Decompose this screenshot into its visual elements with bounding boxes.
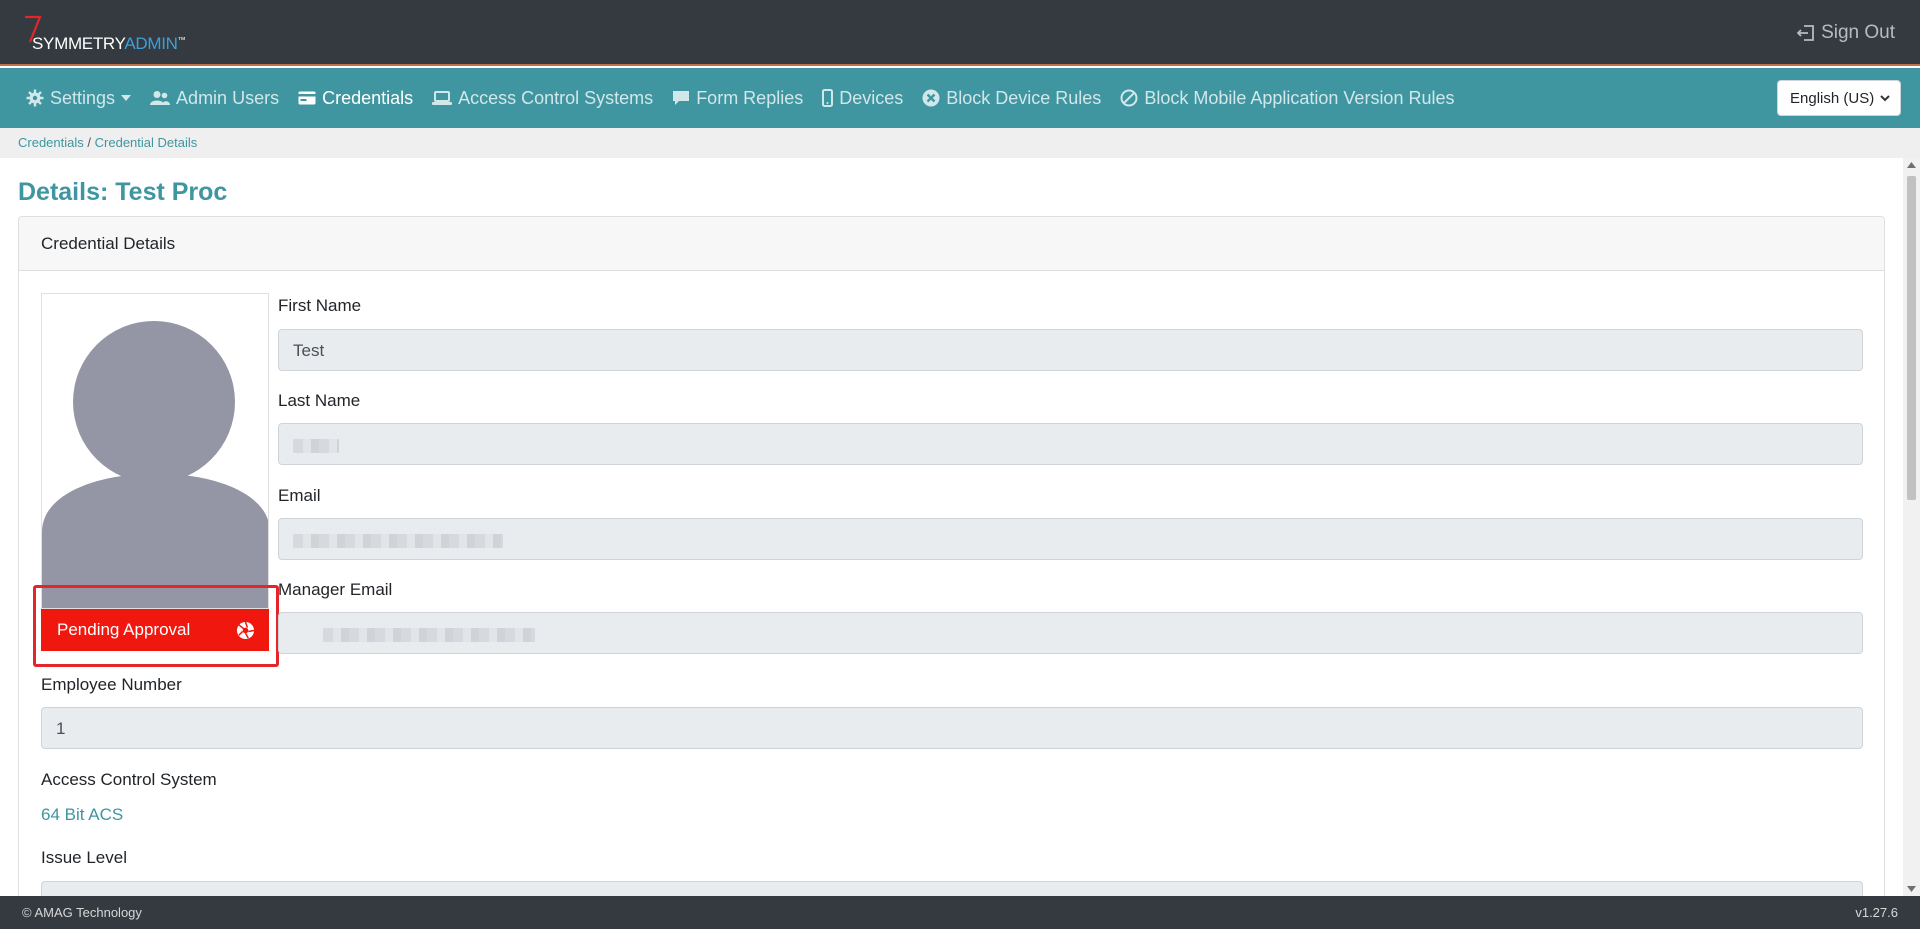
nav-label-settings: Settings <box>50 87 116 108</box>
issue-level-label: Issue Level <box>41 848 127 867</box>
main-navbar: Settings Admin Users Credentials Access <box>0 68 1920 128</box>
logo-text: SYMMETRYADMIN™ <box>32 34 186 54</box>
page-scrollbar[interactable] <box>1903 158 1920 896</box>
breadcrumb-credential-details-link[interactable]: Credential Details <box>95 135 198 150</box>
nav-item-block-device-rules[interactable]: Block Device Rules <box>922 88 1101 109</box>
nav-item-form-replies[interactable]: Form Replies <box>672 88 803 109</box>
footer-version: v1.27.6 <box>1855 905 1898 920</box>
nav-item-admin-users[interactable]: Admin Users <box>150 88 279 109</box>
language-select[interactable]: English (US) <box>1777 80 1901 116</box>
page-title: Details: Test Proc <box>18 178 228 206</box>
breadcrumb-credentials-link[interactable]: Credentials <box>18 135 84 150</box>
scroll-down-arrow-icon[interactable] <box>1907 886 1916 892</box>
laptop-icon <box>432 91 453 105</box>
times-circle-icon <box>922 89 940 107</box>
sign-out-link[interactable]: Sign Out <box>1797 22 1895 44</box>
manager-email-field[interactable] <box>278 612 1863 654</box>
email-label: Email <box>278 486 321 505</box>
nav-label-access-control-systems: Access Control Systems <box>458 87 654 108</box>
nav-label-credentials: Credentials <box>322 87 414 108</box>
nav-label-form-replies: Form Replies <box>696 87 804 108</box>
nav-item-settings[interactable]: Settings <box>26 87 132 109</box>
chevron-down-icon <box>1880 95 1890 102</box>
card-header: Credential Details <box>19 217 1884 271</box>
last-name-field[interactable] <box>278 423 1863 465</box>
language-selected-value: English (US) <box>1790 89 1875 107</box>
users-icon <box>150 91 171 105</box>
scroll-up-arrow-icon[interactable] <box>1907 162 1916 168</box>
employee-number-field[interactable]: 1 <box>41 707 1863 749</box>
access-control-system-label: Access Control System <box>41 770 217 789</box>
logo-text-primary: SYMMETRY <box>32 34 125 53</box>
mobile-icon <box>822 89 834 107</box>
ban-icon <box>1120 89 1138 107</box>
id-card-icon <box>298 91 316 105</box>
logo-trademark: ™ <box>177 35 186 45</box>
top-header: SYMMETRYADMIN™ Sign Out <box>0 0 1920 66</box>
manager-email-label: Manager Email <box>278 580 393 599</box>
redacted-manager-email <box>323 627 535 642</box>
sign-out-icon <box>1797 25 1814 41</box>
nav-label-admin-users: Admin Users <box>176 87 280 108</box>
footer-copyright: © AMAG Technology <box>22 905 142 920</box>
scrollbar-thumb[interactable] <box>1907 176 1916 500</box>
first-name-label: First Name <box>278 296 362 315</box>
nav-item-devices[interactable]: Devices <box>822 88 903 109</box>
avatar-placeholder-icon <box>42 321 268 608</box>
pending-approval-label: Pending Approval <box>57 620 191 639</box>
first-name-field[interactable]: Test <box>278 329 1863 371</box>
nav-item-credentials[interactable]: Credentials <box>298 88 413 109</box>
first-name-value: Test <box>293 341 325 360</box>
nav-item-access-control-systems[interactable]: Access Control Systems <box>432 88 653 109</box>
sign-out-label: Sign Out <box>1821 22 1895 43</box>
employee-number-label: Employee Number <box>41 675 182 694</box>
nav-label-block-device-rules: Block Device Rules <box>946 87 1102 108</box>
redacted-email <box>293 533 503 548</box>
nav-label-block-mobile-app-version-rules: Block Mobile Application Version Rules <box>1144 87 1455 108</box>
logo-text-secondary: ADMIN <box>124 34 178 53</box>
pending-approval-status-button[interactable]: Pending Approval <box>41 609 269 651</box>
gear-icon <box>26 89 44 107</box>
access-control-system-link[interactable]: 64 Bit ACS <box>41 805 123 825</box>
breadcrumb: Credentials / Credential Details <box>18 135 197 150</box>
credential-photo <box>41 293 269 609</box>
nav-label-devices: Devices <box>839 87 904 108</box>
employee-number-value: 1 <box>56 719 66 738</box>
footer: © AMAG Technology v1.27.6 <box>0 896 1920 929</box>
last-name-label: Last Name <box>278 391 361 410</box>
aperture-spinner-icon <box>236 621 255 640</box>
symmetry-admin-logo[interactable]: SYMMETRYADMIN™ <box>22 14 192 54</box>
breadcrumb-bar: Credentials / Credential Details <box>0 128 1920 158</box>
caret-down-icon <box>121 95 132 101</box>
comment-icon <box>673 91 690 105</box>
nav-item-block-mobile-app-version-rules[interactable]: Block Mobile Application Version Rules <box>1120 88 1454 109</box>
breadcrumb-separator: / <box>87 135 92 150</box>
redacted-last-name <box>293 438 339 453</box>
credential-details-card: Credential Details Pending Approval Firs… <box>18 216 1885 906</box>
email-field[interactable] <box>278 518 1863 560</box>
